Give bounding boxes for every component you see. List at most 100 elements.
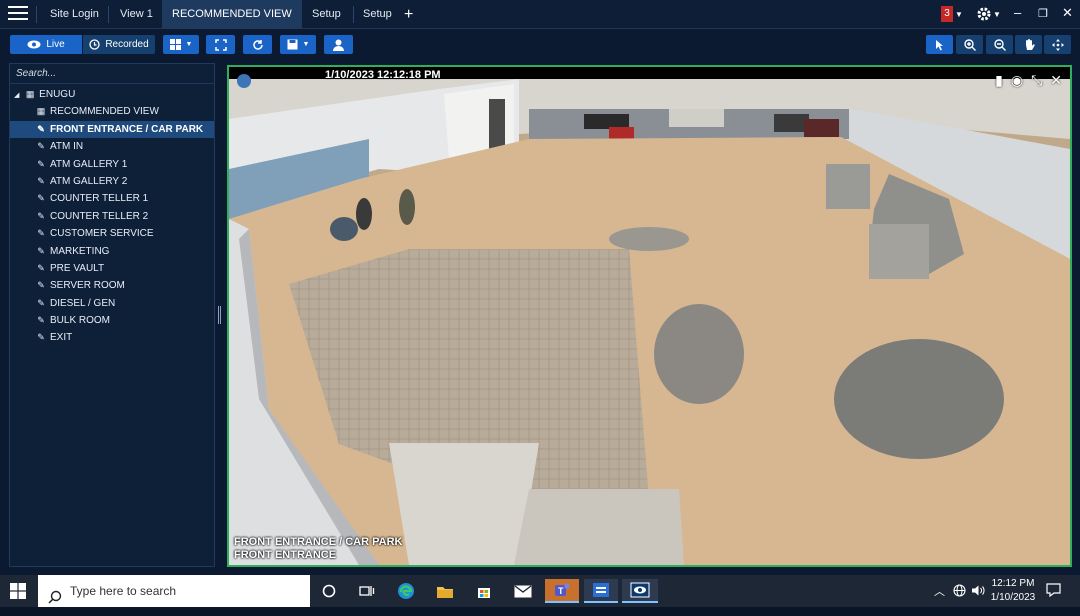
camera-icon: ✎ [37,175,45,186]
taskbar-app-icon[interactable] [584,579,618,603]
tree-item-label: PRE VAULT [50,262,105,274]
close-tile-icon[interactable]: ✕ [1050,72,1062,89]
tree-item-camera[interactable]: ✎ COUNTER TELLER 1 [10,190,214,207]
camera-icon: ✎ [37,245,45,256]
recorded-label: Recorded [105,39,149,50]
move-icon [1051,38,1064,51]
clock-time: 12:12 PM [991,578,1035,589]
network-globe-icon[interactable] [953,584,966,600]
taskbar-search-placeholder: Type here to search [70,584,177,598]
tab-separator [108,6,109,23]
chevron-down-icon: ▼ [302,41,310,48]
tree-item-camera[interactable]: ✎ CUSTOMER SERVICE [10,225,214,242]
snapshot-camera-icon[interactable]: ◉ [1011,72,1023,89]
save-layout-button[interactable]: ▼ [280,35,316,54]
camera-icon: ✎ [37,193,45,204]
camera-icon: ✎ [37,262,45,273]
search-icon [48,584,62,616]
tab-setup[interactable]: Setup [302,0,351,29]
store-icon[interactable] [469,579,499,603]
recorded-button[interactable]: Recorded [83,35,155,54]
tab-view-1[interactable]: View 1 [110,0,163,29]
tab-label: RECOMMENDED VIEW [172,8,292,20]
fullscreen-button[interactable] [206,35,235,54]
tree-root-enugu[interactable]: ◢ ▦ ENUGU [10,86,214,103]
select-tool-button[interactable] [926,35,953,54]
zoom-out-button[interactable] [986,35,1013,54]
ptz-button[interactable] [1044,35,1071,54]
tile-controls: ▮ ◉ ⤡ ✕ [995,72,1062,89]
add-tab-button[interactable]: + [404,0,413,29]
tree-item-camera[interactable]: ✎ MARKETING [10,243,214,260]
tree-item-label: ATM GALLERY 2 [50,175,128,187]
tree-item-label: MARKETING [50,245,110,257]
tree-item-label: RECOMMENDED VIEW [50,106,159,118]
tree-item-camera[interactable]: ✎ ATM GALLERY 1 [10,156,214,173]
tree-item-camera[interactable]: ✎ SERVER ROOM [10,277,214,294]
tab-setup-2[interactable]: Setup [353,0,402,29]
toolbar: Live Recorded ▼ ▼ [0,29,1080,60]
restore-icon[interactable]: ❐ [1038,7,1048,20]
clock-date: 1/10/2023 [990,592,1036,603]
tab-recommended-view[interactable]: RECOMMENDED VIEW ✕ [162,0,302,50]
tree-item-label: BULK ROOM [50,315,111,327]
zoom-out-icon [993,38,1006,51]
bookmark-icon[interactable]: ▮ [995,72,1003,89]
hand-icon [1025,39,1035,50]
exit-fullscreen-icon[interactable]: ⤡ [1031,72,1042,89]
windows-taskbar: Type here to search T ︿ 12:12 PM 1/10/20… [0,575,1080,607]
tree-item-camera[interactable]: ✎ BULK ROOM [10,312,214,329]
taskbar-search-input[interactable]: Type here to search [38,575,310,607]
tree-item-label: DIESEL / GEN [50,297,116,309]
file-explorer-icon[interactable] [430,579,460,603]
pan-button[interactable] [1015,35,1042,54]
edge-browser-icon[interactable] [391,579,421,603]
teams-icon[interactable]: T [545,579,579,603]
tray-chevron-up-icon[interactable]: ︿ [934,583,945,599]
tree-item-camera[interactable]: ✎ COUNTER TELLER 2 [10,208,214,225]
vms-app-window: Site Login View 1 RECOMMENDED VIEW ✕ Set… [0,0,1080,575]
minimize-icon[interactable]: – [1014,5,1021,20]
refresh-button[interactable] [243,35,272,54]
volume-icon[interactable] [971,584,985,600]
save-icon [287,39,298,50]
tree-item-camera[interactable]: ▦ RECOMMENDED VIEW [10,103,214,120]
chevron-down-icon[interactable]: ▼ [993,10,1001,19]
video-tile[interactable]: 1/10/2023 12:12:18 PM ▮ ◉ ⤡ ✕ FRONT ENTR… [227,65,1072,567]
tab-site-login[interactable]: Site Login [40,0,109,29]
camera-icon: ✎ [37,210,45,221]
gear-icon[interactable] [976,6,992,27]
mail-icon[interactable] [508,579,538,603]
tree-item-camera[interactable]: ✎ ATM GALLERY 2 [10,173,214,190]
chevron-down-icon[interactable]: ▼ [955,10,963,19]
menu-icon[interactable] [8,6,28,22]
zoom-in-button[interactable] [956,35,983,54]
tree-item-camera[interactable]: ✎ DIESEL / GEN [10,295,214,312]
task-view-icon[interactable] [352,579,382,603]
tree-item-camera[interactable]: ✎ ATM IN [10,138,214,155]
layout-button[interactable]: ▼ [163,35,199,54]
cortana-icon[interactable] [314,579,344,603]
tree-item-camera[interactable]: ✎ EXIT [10,329,214,346]
tree-item-camera[interactable]: ✎ PRE VAULT [10,260,214,277]
clock-icon [89,39,100,50]
tree-item-label: CUSTOMER SERVICE [50,228,154,240]
tree-item-label: COUNTER TELLER 1 [50,193,149,205]
user-button[interactable] [324,35,353,54]
alert-count-badge[interactable]: 3 [941,6,953,22]
notifications-icon[interactable] [1046,583,1061,600]
live-button[interactable]: Live [10,35,82,54]
grid-icon: ▦ [36,106,46,117]
video-timestamp: 1/10/2023 12:12:18 PM [325,69,441,81]
tree-item-label: COUNTER TELLER 2 [50,210,149,222]
search-input[interactable]: Search... [10,64,214,84]
fullscreen-icon [214,38,227,51]
windows-start-icon[interactable] [10,583,26,604]
tree-item-camera[interactable]: ✎ FRONT ENTRANCE / CAR PARK [10,120,214,139]
system-clock[interactable]: 12:12 PM 1/10/2023 [990,577,1036,605]
chevron-down-icon[interactable]: ◢ [14,92,19,99]
close-window-icon[interactable]: ✕ [1062,5,1073,21]
recording-indicator [237,74,251,88]
vms-client-icon[interactable] [622,579,658,603]
panel-splitter[interactable] [218,306,223,324]
